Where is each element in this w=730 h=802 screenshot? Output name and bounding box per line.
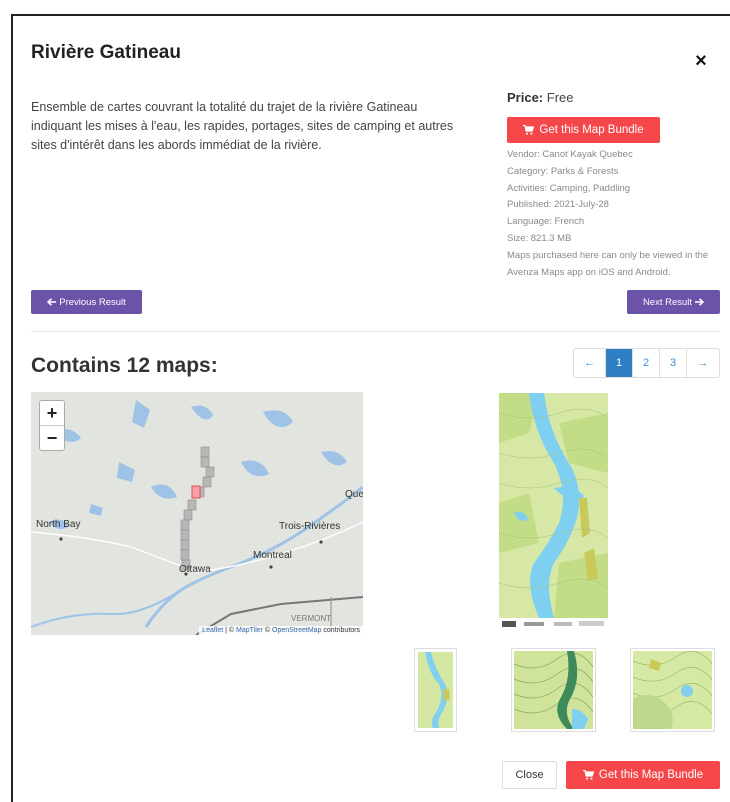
map-preview-image xyxy=(498,393,609,633)
zoom-in-button[interactable]: + xyxy=(40,401,64,426)
pagination: ← 1 2 3 → xyxy=(573,348,720,378)
meta-category: Category: Parks & Forests xyxy=(507,165,619,177)
maptiler-link[interactable]: MapTiler xyxy=(236,627,263,634)
close-icon[interactable]: × xyxy=(692,51,710,71)
leaflet-link[interactable]: Leaflet xyxy=(202,627,223,634)
map-label-vermont: VERMONT xyxy=(291,614,331,623)
attribution-suffix: contributors xyxy=(321,627,360,634)
pagination-page-3[interactable]: 3 xyxy=(660,349,687,377)
previous-result-button[interactable]: Previous Result xyxy=(31,290,142,314)
next-result-button[interactable]: Next Result xyxy=(627,290,720,314)
pagination-page-1[interactable]: 1 xyxy=(606,349,633,377)
map-label-north-bay: North Bay xyxy=(36,519,81,530)
map-attribution: Leaflet | © MapTiler © OpenStreetMap con… xyxy=(199,626,363,635)
get-map-bundle-label: Get this Map Bundle xyxy=(539,124,644,136)
meta-published: Published: 2021-July-28 xyxy=(507,199,609,211)
map-label-montreal: Montreal xyxy=(253,550,292,561)
pagination-page-2[interactable]: 2 xyxy=(633,349,660,377)
map-thumbnail[interactable] xyxy=(414,648,457,732)
map-thumbnail-image xyxy=(513,651,594,729)
map-label-quebec: Que xyxy=(345,489,363,500)
attribution-separator: © xyxy=(262,627,273,634)
price-line: Price: Free xyxy=(507,90,574,105)
map-preview-large[interactable] xyxy=(498,393,609,633)
price-label: Price: xyxy=(507,90,544,105)
cart-icon xyxy=(582,770,594,780)
price-value: Free xyxy=(546,90,574,105)
section-divider xyxy=(31,331,720,332)
map-zoom-control: + − xyxy=(39,400,65,451)
map-thumbnail[interactable] xyxy=(511,648,596,732)
contains-maps-heading: Contains 12 maps: xyxy=(31,354,218,377)
cart-icon xyxy=(523,125,535,135)
meta-vendor: Vendor: Canot Kayak Quebec xyxy=(507,149,633,160)
meta-size: Size: 821.3 MB xyxy=(507,232,572,244)
map-thumbnail-image xyxy=(418,652,453,728)
get-map-bundle-button[interactable]: Get this Map Bundle xyxy=(507,117,660,143)
next-result-label: Next Result xyxy=(642,296,693,308)
map-base xyxy=(31,392,363,635)
pagination-prev[interactable]: ← xyxy=(574,349,606,377)
attribution-separator: | © xyxy=(223,627,237,634)
arrow-right-icon xyxy=(695,298,705,306)
get-map-bundle-button-footer[interactable]: Get this Map Bundle xyxy=(566,761,720,789)
coverage-map[interactable]: + − North Bay Trois-Rivières Que Montrea… xyxy=(31,392,363,635)
map-thumbnail-image xyxy=(632,651,713,729)
bundle-description: Ensemble de cartes couvrant la totalité … xyxy=(31,100,454,152)
pagination-next[interactable]: → xyxy=(687,349,719,377)
meta-language: Language: French xyxy=(507,216,585,228)
map-label-ottawa: Ottawa xyxy=(179,564,211,575)
openstreetmap-link[interactable]: OpenStreetMap xyxy=(272,627,321,634)
get-map-bundle-footer-label: Get this Map Bundle xyxy=(598,769,704,781)
modal-title: Rivière Gatineau xyxy=(31,42,181,63)
map-label-trois-rivieres: Trois-Rivières xyxy=(279,521,341,532)
previous-result-label: Previous Result xyxy=(59,296,126,308)
zoom-out-button[interactable]: − xyxy=(40,426,64,450)
close-button[interactable]: Close xyxy=(502,761,557,789)
meta-activities: Activities: Camping, Paddling xyxy=(507,182,631,194)
meta-app-note: Maps purchased here can only be viewed i… xyxy=(507,249,709,278)
map-thumbnail[interactable] xyxy=(630,648,715,732)
bundle-meta: Vendor: Canot Kayak Quebec Category: Par… xyxy=(507,147,725,281)
arrow-left-icon xyxy=(47,298,57,306)
